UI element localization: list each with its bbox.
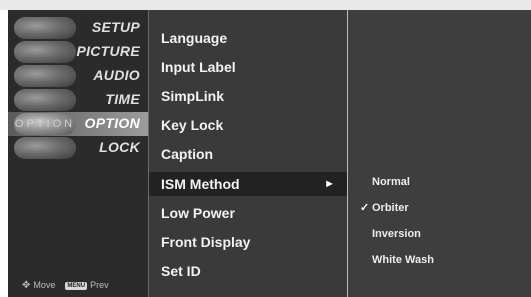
menu-item-label: Front Display: [161, 234, 251, 250]
submenu-item-label: Normal: [372, 176, 410, 188]
speaker-icon: [14, 65, 76, 87]
dpad-icon: ✥: [22, 280, 31, 291]
submenu-item-label: White Wash: [372, 254, 434, 266]
menu-key-icon: MENU: [65, 282, 88, 290]
menu-item-label: Set ID: [161, 263, 201, 279]
category-label: AUDIO: [93, 67, 140, 83]
lock-icon: [14, 137, 76, 159]
picture-icon: [14, 41, 76, 63]
satellite-dish-icon: [14, 17, 76, 39]
option-menu: Language Input Label SimpLink Key Lock C…: [148, 10, 348, 297]
submenu-item-normal[interactable]: Normal: [348, 172, 531, 192]
category-audio[interactable]: AUDIO: [8, 64, 148, 88]
prev-label: Prev: [90, 280, 109, 290]
category-time[interactable]: TIME: [8, 88, 148, 112]
menu-item-caption[interactable]: Caption: [149, 142, 347, 166]
submenu-item-white-wash[interactable]: White Wash: [348, 250, 531, 270]
menu-item-label: SimpLink: [161, 88, 225, 104]
menu-item-simplink[interactable]: SimpLink: [149, 84, 347, 108]
menu-item-label: Low Power: [161, 205, 235, 221]
menu-item-label: ISM Method: [161, 176, 240, 192]
arrow-right-icon: ►: [324, 178, 335, 190]
top-border: [0, 0, 531, 10]
submenu-item-label: Orbiter: [372, 202, 409, 214]
menu-item-label: Key Lock: [161, 117, 224, 133]
option-thumb-text: OPTION: [14, 118, 76, 130]
category-label: SETUP: [91, 19, 140, 35]
category-label: LOCK: [99, 139, 140, 155]
submenu-item-orbiter[interactable]: ✓ Orbiter: [348, 198, 531, 218]
option-icon: OPTION: [14, 113, 76, 135]
submenu-item-label: Inversion: [372, 228, 421, 240]
category-picture[interactable]: PICTURE: [8, 40, 148, 64]
category-label: TIME: [105, 91, 140, 107]
menu-item-label: Caption: [161, 146, 214, 162]
menu-item-set-id[interactable]: Set ID: [149, 259, 347, 283]
move-label: Move: [33, 280, 56, 290]
category-lock[interactable]: LOCK: [8, 136, 148, 160]
category-option[interactable]: OPTION OPTION: [8, 112, 148, 136]
checkmark-icon: ✓: [360, 202, 370, 214]
clock-icon: [14, 89, 76, 111]
menu-item-label: Input Label: [161, 59, 236, 75]
menu-item-label: Language: [161, 30, 228, 46]
menu-item-key-lock[interactable]: Key Lock: [149, 113, 347, 137]
tv-menu-screen: SETUP PICTURE AUDIO TIME OPTION OPTION L…: [0, 0, 531, 297]
category-setup[interactable]: SETUP: [8, 16, 148, 40]
menu-item-low-power[interactable]: Low Power: [149, 201, 347, 225]
category-menu: SETUP PICTURE AUDIO TIME OPTION OPTION L…: [8, 10, 148, 297]
menu-item-ism-method[interactable]: ISM Method ►: [149, 172, 347, 196]
category-label: OPTION: [84, 115, 140, 131]
menu-item-language[interactable]: Language: [149, 26, 347, 50]
menu-item-front-display[interactable]: Front Display: [149, 230, 347, 254]
navigation-hint: ✥ Move MENU Prev: [22, 280, 109, 291]
submenu-item-inversion[interactable]: Inversion: [348, 224, 531, 244]
category-label: PICTURE: [76, 43, 140, 59]
ism-submenu: Normal ✓ Orbiter Inversion White Wash: [348, 10, 531, 297]
menu-item-input-label[interactable]: Input Label: [149, 55, 347, 79]
